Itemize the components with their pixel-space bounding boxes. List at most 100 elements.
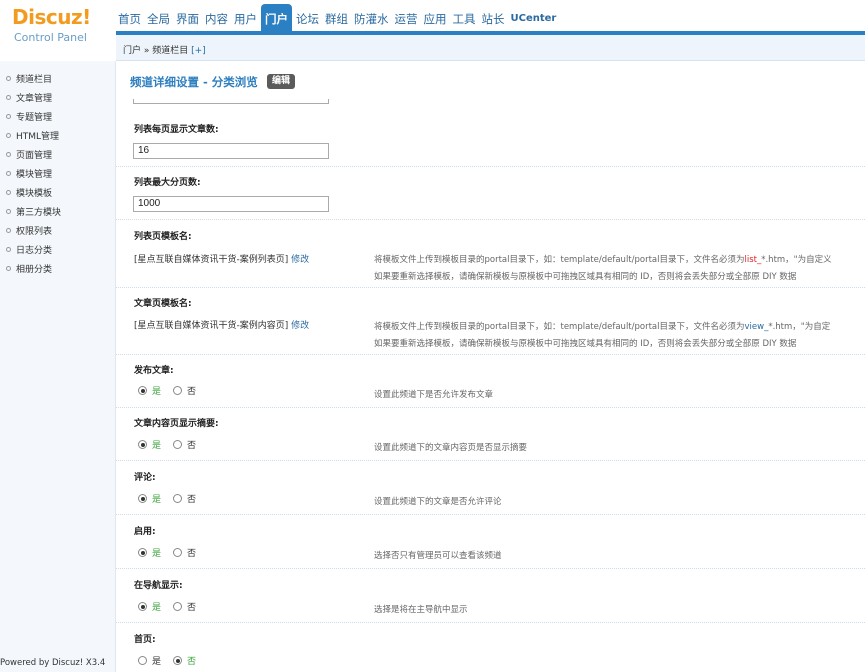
logo[interactable]: Discuz! Control Panel <box>0 0 116 60</box>
edit-button[interactable]: 编辑 <box>267 74 296 89</box>
sidebar-item-album-categories[interactable]: 相册分类 <box>0 263 115 282</box>
nav-show-no-radio[interactable] <box>173 602 183 611</box>
list-template-value: [星点互联自媒体资讯干货-案例列表页] 修改 <box>134 252 309 265</box>
sidebar-item-label: 文章管理 <box>16 94 53 104</box>
enable-no-radio[interactable] <box>173 548 183 557</box>
sidebar-item-log-categories[interactable]: 日志分类 <box>0 244 115 263</box>
sidebar-item-articles[interactable]: 文章管理 <box>0 92 115 111</box>
sidebar-item-topics[interactable]: 专题管理 <box>0 111 115 130</box>
per-page-label: 列表每页显示文章数: <box>134 125 219 135</box>
homepage-yes-radio[interactable] <box>138 656 147 665</box>
bullet-icon <box>6 95 11 100</box>
hint-filename: view_ <box>744 322 769 332</box>
no-label[interactable]: 否 <box>187 600 196 613</box>
bullet-icon <box>6 114 11 119</box>
sidebar-item-label: 页面管理 <box>16 151 53 161</box>
sidebar-item-blocks[interactable]: 模块管理 <box>0 168 115 187</box>
sidebar-item-label: 专题管理 <box>16 113 53 123</box>
hint-text: 将模板文件上传到模板目录的portal目录下，如：template/defaul… <box>374 255 745 265</box>
sidebar-item-label: 权限列表 <box>16 227 53 237</box>
list-template-hint-2: 如果要重新选择模板，请确保新模板与原模板中可拖拽区域具有相同的 ID，否则将会丢… <box>374 272 797 282</box>
nav-item-content[interactable]: 内容 <box>203 9 230 31</box>
nav-item-tools[interactable]: 工具 <box>451 9 478 31</box>
no-label[interactable]: 否 <box>187 438 196 451</box>
top-nav: 首页 全局 界面 内容 用户 门户 论坛 群组 防灌水 运营 应用 工具 站长 … <box>116 0 865 35</box>
homepage-no-radio[interactable] <box>173 656 183 665</box>
nav-item-portal[interactable]: 门户 <box>261 4 292 31</box>
nav-item-operation[interactable]: 运营 <box>393 9 420 31</box>
max-pages-input[interactable]: 1000 <box>133 196 329 212</box>
bullet-icon <box>6 247 11 252</box>
nav-item-group[interactable]: 群组 <box>323 9 350 31</box>
sidebar-item-label: 模块管理 <box>16 170 53 180</box>
no-label[interactable]: 否 <box>187 384 196 397</box>
sidebar-item-label: 第三方模块 <box>16 208 62 218</box>
breadcrumb: 门户 » 频道栏目 [+] <box>123 43 206 56</box>
comment-yes-radio[interactable] <box>138 494 147 503</box>
add-shortcut-link[interactable]: [+] <box>191 46 206 56</box>
nav-item-forum[interactable]: 论坛 <box>294 9 321 31</box>
bullet-icon <box>6 228 11 233</box>
divider <box>116 622 865 623</box>
comment-radio-group: 是 否 <box>138 492 208 505</box>
yes-label[interactable]: 是 <box>152 600 161 613</box>
sidebar-item-label: HTML管理 <box>16 132 60 142</box>
nav-item-apps[interactable]: 应用 <box>422 9 449 31</box>
sidebar-item-block-templates[interactable]: 模块模板 <box>0 187 115 206</box>
yes-label[interactable]: 是 <box>152 546 161 559</box>
yes-label[interactable]: 是 <box>152 492 161 505</box>
homepage-radio-group: 是 否 <box>138 654 208 667</box>
homepage-label: 首页: <box>134 635 156 645</box>
yes-label[interactable]: 是 <box>152 654 161 667</box>
divider <box>116 354 865 355</box>
nav-show-yes-radio[interactable] <box>138 602 147 611</box>
bullet-icon <box>6 266 11 271</box>
no-label[interactable]: 否 <box>187 492 196 505</box>
no-label[interactable]: 否 <box>187 654 196 667</box>
no-label[interactable]: 否 <box>187 546 196 559</box>
sidebar-item-html[interactable]: HTML管理 <box>0 130 115 149</box>
sidebar: 频道栏目 文章管理 专题管理 HTML管理 页面管理 模块管理 模块模板 第三方… <box>0 61 116 672</box>
partial-input[interactable] <box>133 99 329 104</box>
page-title: 频道详细设置 - 分类浏览 <box>130 75 258 89</box>
nav-show-label: 在导航显示: <box>134 581 183 591</box>
enable-hint: 选择否只有管理员可以查看该频道 <box>374 551 502 561</box>
publish-no-radio[interactable] <box>173 386 183 395</box>
nav-item-global[interactable]: 全局 <box>145 9 172 31</box>
nav-item-founder[interactable]: 站长 <box>480 9 507 31</box>
divider <box>116 287 865 288</box>
hint-text: *.htm，"为自定义 <box>761 255 832 265</box>
divider <box>116 219 865 220</box>
breadcrumb-path[interactable]: 门户 » 频道栏目 <box>123 46 188 56</box>
publish-yes-radio[interactable] <box>138 386 147 395</box>
nav-item-antispam[interactable]: 防灌水 <box>352 9 391 31</box>
per-page-input[interactable]: 16 <box>133 143 329 159</box>
nav-item-interface[interactable]: 界面 <box>174 9 201 31</box>
publish-hint: 设置此频道下是否允许发布文章 <box>374 390 494 400</box>
yes-label[interactable]: 是 <box>152 438 161 451</box>
summary-no-radio[interactable] <box>173 440 183 449</box>
hint-text: *.htm，"为自定 <box>768 322 831 332</box>
enable-radio-group: 是 否 <box>138 546 208 559</box>
view-template-hint-2: 如果要重新选择模板，请确保新模板与原模板中可拖拽区域具有相同的 ID，否则将会丢… <box>374 339 797 349</box>
summary-radio-group: 是 否 <box>138 438 208 451</box>
view-template-modify-link[interactable]: 修改 <box>291 321 309 331</box>
comment-label: 评论: <box>134 473 156 483</box>
list-template-label: 列表页模板名: <box>134 232 192 242</box>
sidebar-item-permissions[interactable]: 权限列表 <box>0 225 115 244</box>
sidebar-item-pages[interactable]: 页面管理 <box>0 149 115 168</box>
nav-item-ucenter[interactable]: UCenter <box>509 9 559 31</box>
summary-yes-radio[interactable] <box>138 440 147 449</box>
divider <box>116 568 865 569</box>
list-template-modify-link[interactable]: 修改 <box>291 255 309 265</box>
yes-label[interactable]: 是 <box>152 384 161 397</box>
hint-filename: list_ <box>744 255 762 265</box>
enable-yes-radio[interactable] <box>138 548 147 557</box>
sidebar-item-third-party[interactable]: 第三方模块 <box>0 206 115 225</box>
comment-no-radio[interactable] <box>173 494 183 503</box>
nav-show-radio-group: 是 否 <box>138 600 208 613</box>
nav-item-user[interactable]: 用户 <box>232 9 259 31</box>
sidebar-item-label: 日志分类 <box>16 246 53 256</box>
nav-item-home[interactable]: 首页 <box>116 9 143 31</box>
sidebar-item-channels[interactable]: 频道栏目 <box>0 73 115 92</box>
